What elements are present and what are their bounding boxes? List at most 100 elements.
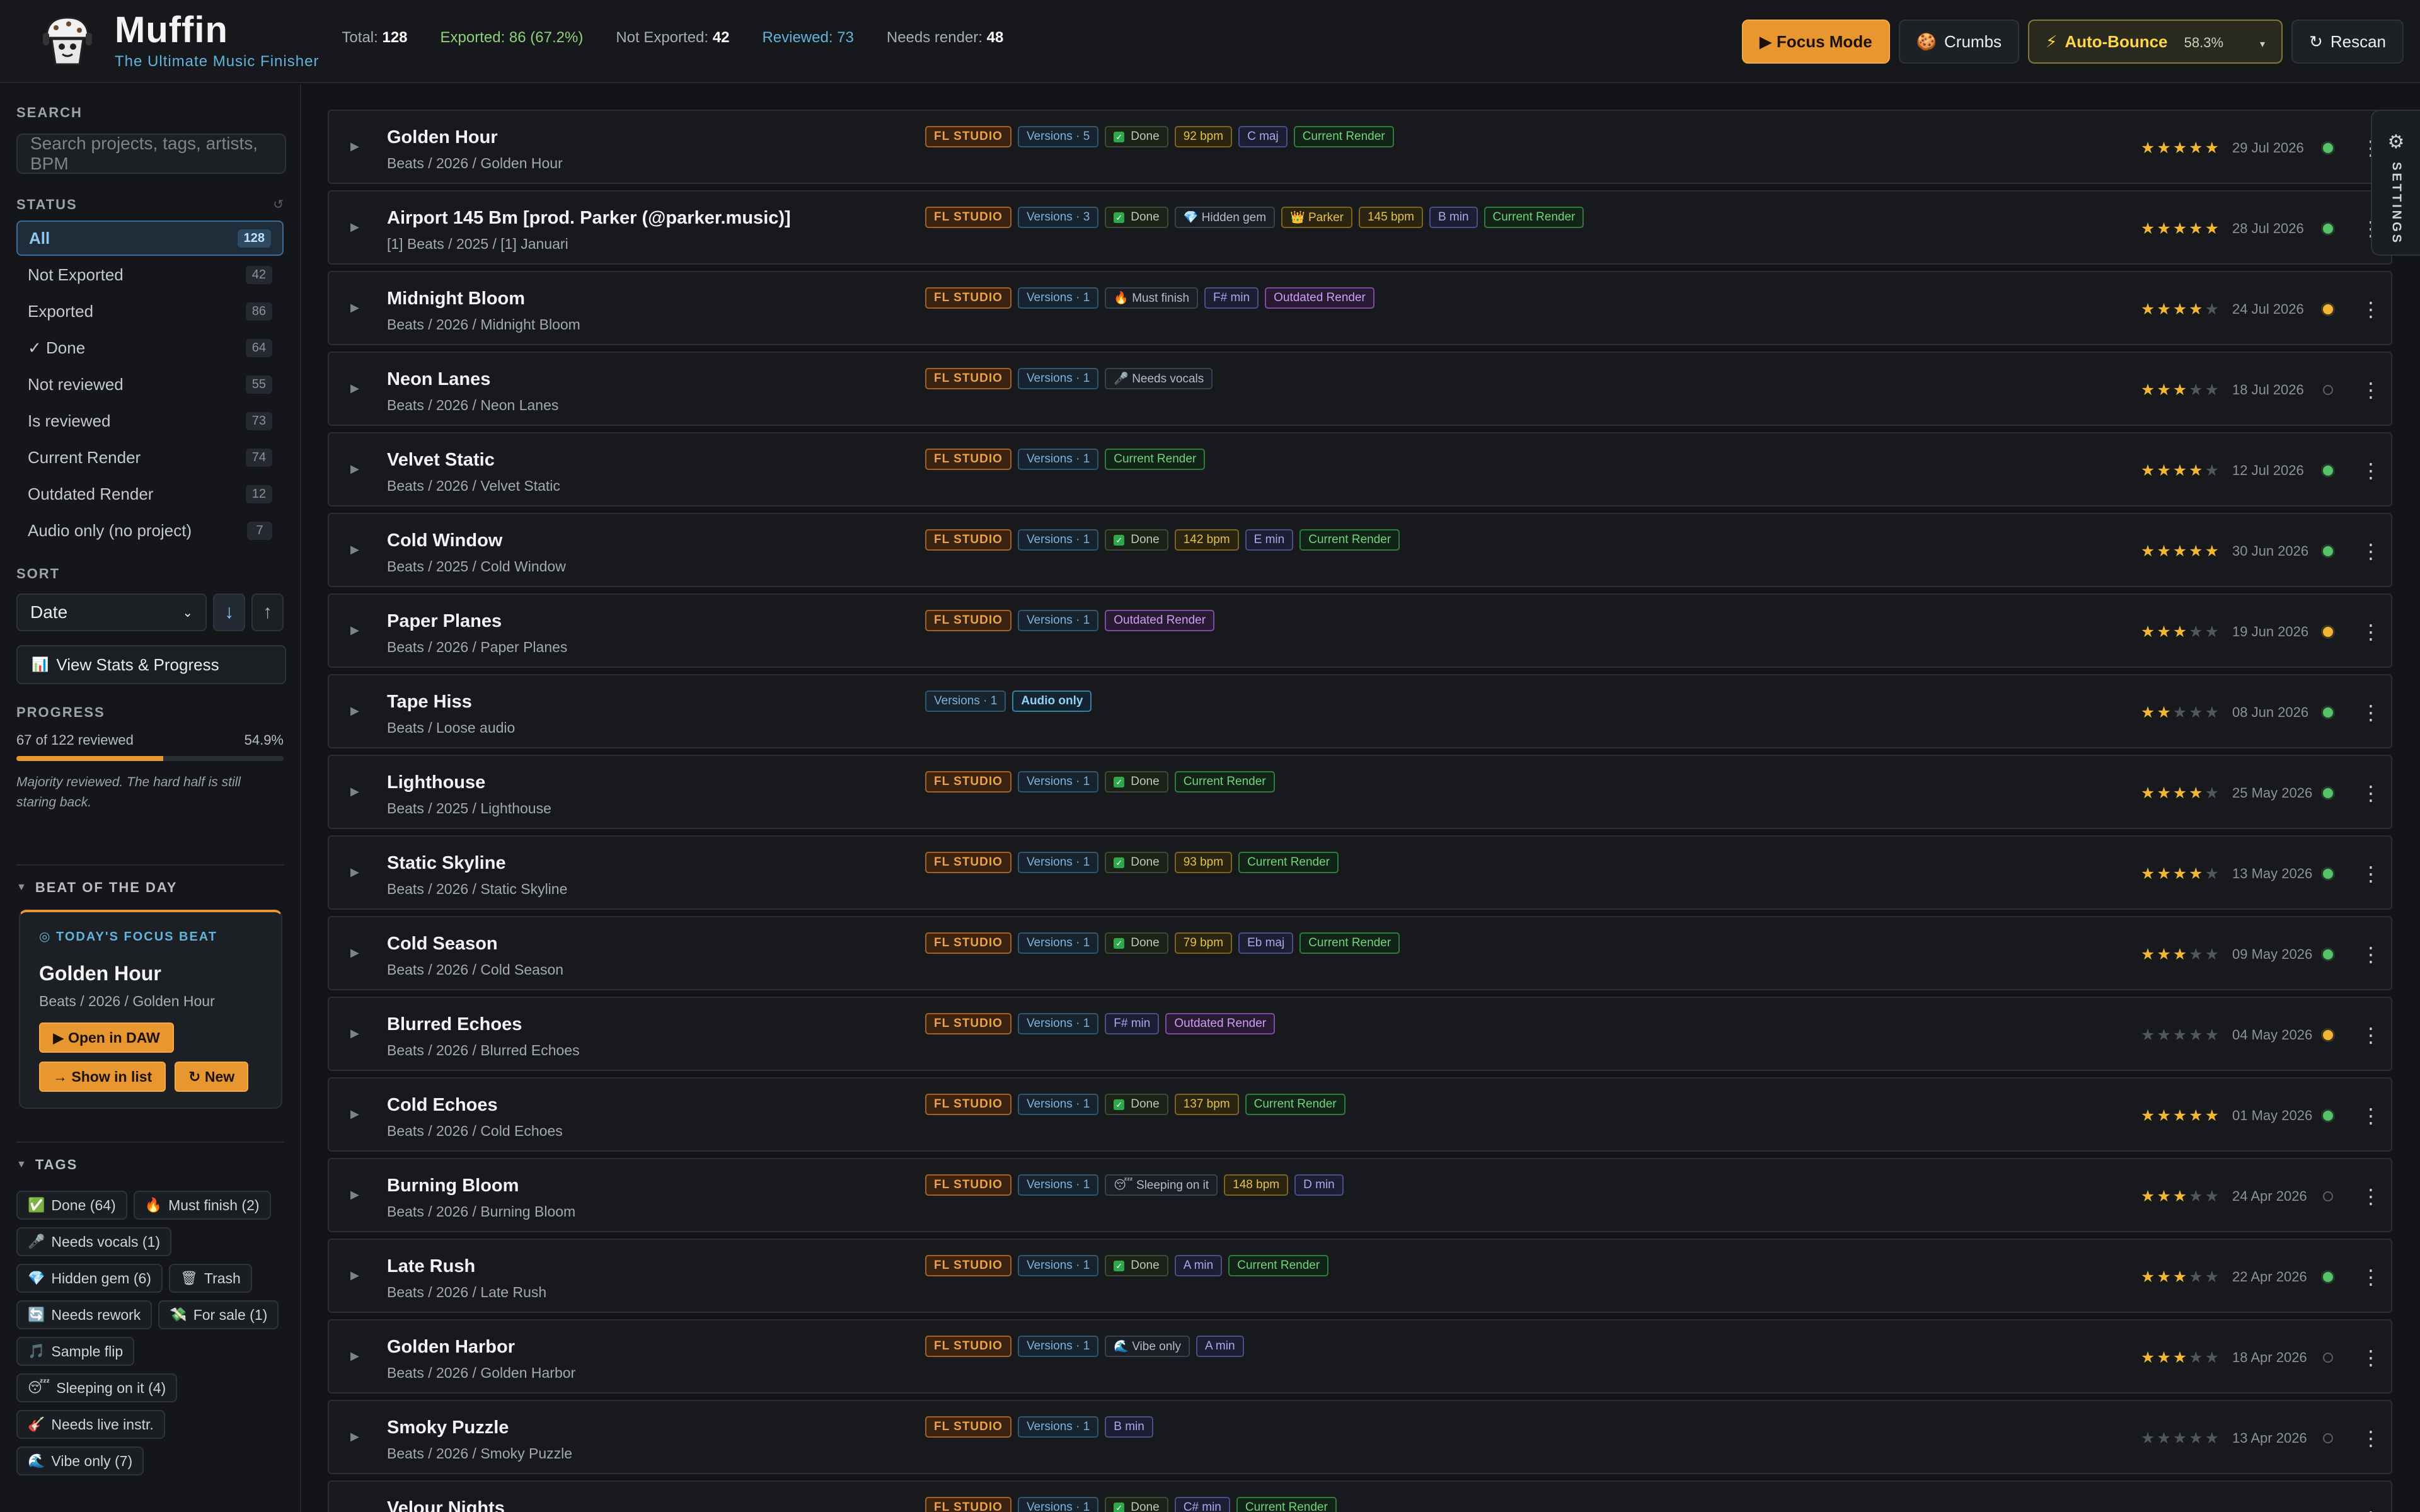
star-rating[interactable]: ★★★★★ xyxy=(2141,139,2221,158)
star-icon[interactable]: ★ xyxy=(2173,946,2189,963)
expand-caret-icon[interactable]: ▶ xyxy=(350,624,359,637)
star-icon[interactable]: ★ xyxy=(2141,1026,2157,1044)
star-rating[interactable]: ★★★★★ xyxy=(2141,1187,2221,1206)
star-icon[interactable]: ★ xyxy=(2141,784,2157,802)
expand-caret-icon[interactable]: ▶ xyxy=(350,1188,359,1201)
star-icon[interactable]: ★ xyxy=(2189,542,2204,560)
star-icon[interactable]: ★ xyxy=(2189,704,2204,721)
tag-chip[interactable]: 😴 Sleeping on it (4) xyxy=(16,1373,178,1402)
show-in-list-button[interactable]: → Show in list xyxy=(39,1062,166,1092)
project-row[interactable]: ▶ Airport 145 Bm [prod. Parker (@parker.m… xyxy=(328,190,2392,265)
sort-descending-button[interactable]: ↓ xyxy=(213,593,246,631)
star-rating[interactable]: ★★★★★ xyxy=(2141,381,2221,399)
star-icon[interactable]: ★ xyxy=(2205,381,2221,399)
tag-chip[interactable]: 🎵 Sample flip xyxy=(16,1337,135,1366)
expand-caret-icon[interactable]: ▶ xyxy=(350,866,359,879)
expand-caret-icon[interactable]: ▶ xyxy=(350,301,359,314)
star-icon[interactable]: ★ xyxy=(2173,381,2189,399)
star-icon[interactable]: ★ xyxy=(2157,220,2172,238)
star-icon[interactable]: ★ xyxy=(2173,1349,2189,1366)
star-icon[interactable]: ★ xyxy=(2173,1026,2189,1044)
star-icon[interactable]: ★ xyxy=(2189,381,2204,399)
star-icon[interactable]: ★ xyxy=(2189,1188,2204,1205)
star-rating[interactable]: ★★★★★ xyxy=(2141,1268,2221,1286)
project-row[interactable]: ▶ Burning Bloom Beats / 2026 / Burning Blo… xyxy=(328,1158,2392,1232)
crumbs-button[interactable]: 🍪 Crumbs xyxy=(1898,20,2020,64)
tag-chip[interactable]: 💎 Hidden gem (6) xyxy=(16,1264,163,1293)
more-menu-icon[interactable]: ⋮ xyxy=(2361,297,2381,321)
more-menu-icon[interactable]: ⋮ xyxy=(2361,942,2381,966)
star-icon[interactable]: ★ xyxy=(2157,623,2172,641)
star-rating[interactable]: ★★★★★ xyxy=(2141,864,2221,883)
star-rating[interactable]: ★★★★★ xyxy=(2141,703,2221,722)
star-icon[interactable]: ★ xyxy=(2205,704,2221,721)
star-icon[interactable]: ★ xyxy=(2141,1429,2157,1447)
sort-ascending-button[interactable]: ↑ xyxy=(251,593,284,631)
project-row[interactable]: ▶ Late Rush Beats / 2026 / Late Rush FL STU… xyxy=(328,1239,2392,1313)
status-filter-item[interactable]: Outdated Render 12 xyxy=(16,476,284,512)
more-menu-icon[interactable]: ⋮ xyxy=(2361,781,2381,805)
tag-chip[interactable]: ✅ Done (64) xyxy=(16,1191,127,1220)
tag-chip[interactable]: 🌊 Vibe only (7) xyxy=(16,1446,144,1475)
project-row[interactable]: ▶ Cold Echoes Beats / 2026 / Cold Echoes FL… xyxy=(328,1077,2392,1152)
sort-select[interactable]: Date ⌄ xyxy=(16,593,207,631)
expand-caret-icon[interactable]: ▶ xyxy=(350,785,359,798)
star-icon[interactable]: ★ xyxy=(2157,784,2172,802)
more-menu-icon[interactable]: ⋮ xyxy=(2361,1507,2381,1512)
expand-caret-icon[interactable]: ▶ xyxy=(350,140,359,153)
expand-caret-icon[interactable]: ▶ xyxy=(350,1027,359,1040)
star-icon[interactable]: ★ xyxy=(2189,1429,2204,1447)
star-icon[interactable]: ★ xyxy=(2189,139,2204,157)
tag-chip[interactable]: 🔥 Must finish (2) xyxy=(133,1191,271,1220)
tag-chip[interactable]: 🗑 Trash xyxy=(168,1264,252,1293)
star-rating[interactable]: ★★★★★ xyxy=(2141,622,2221,641)
star-icon[interactable]: ★ xyxy=(2205,139,2221,157)
status-filter-item[interactable]: Current Render 74 xyxy=(16,440,284,475)
star-icon[interactable]: ★ xyxy=(2173,220,2189,238)
rescan-button[interactable]: ↻ Rescan xyxy=(2291,20,2404,64)
star-icon[interactable]: ★ xyxy=(2173,1429,2189,1447)
project-row[interactable]: ▶Velour NightsFL STUDIOVersions · 1✓Done… xyxy=(328,1480,2392,1512)
star-icon[interactable]: ★ xyxy=(2173,1107,2189,1125)
star-icon[interactable]: ★ xyxy=(2205,946,2221,963)
status-filter-item[interactable]: Audio only (no project) 7 xyxy=(16,513,284,548)
expand-caret-icon[interactable]: ▶ xyxy=(350,1108,359,1121)
star-icon[interactable]: ★ xyxy=(2173,1268,2189,1286)
star-rating[interactable]: ★★★★★ xyxy=(2141,461,2221,480)
reset-icon[interactable]: ↺ xyxy=(273,197,284,213)
star-rating[interactable]: ★★★★★ xyxy=(2141,1509,2221,1512)
more-menu-icon[interactable]: ⋮ xyxy=(2361,701,2381,724)
star-icon[interactable]: ★ xyxy=(2205,623,2221,641)
star-icon[interactable]: ★ xyxy=(2173,865,2189,883)
star-icon[interactable]: ★ xyxy=(2205,1429,2221,1447)
expand-caret-icon[interactable]: ▶ xyxy=(350,1269,359,1282)
star-icon[interactable]: ★ xyxy=(2189,865,2204,883)
star-icon[interactable]: ★ xyxy=(2141,139,2157,157)
star-rating[interactable]: ★★★★★ xyxy=(2141,1106,2221,1125)
project-row[interactable]: ▶ Tape Hiss Beats / Loose audio Versions · … xyxy=(328,674,2392,748)
tags-toggle[interactable]: ▼ TAGS xyxy=(16,1157,284,1173)
star-icon[interactable]: ★ xyxy=(2205,1268,2221,1286)
star-icon[interactable]: ★ xyxy=(2189,784,2204,802)
project-row[interactable]: ▶ Golden Hour Beats / 2026 / Golden Hour FL… xyxy=(328,110,2392,184)
more-menu-icon[interactable]: ⋮ xyxy=(2361,1265,2381,1289)
star-icon[interactable]: ★ xyxy=(2157,1429,2172,1447)
star-icon[interactable]: ★ xyxy=(2141,946,2157,963)
expand-caret-icon[interactable]: ▶ xyxy=(350,1430,359,1443)
star-icon[interactable]: ★ xyxy=(2173,1188,2189,1205)
star-icon[interactable]: ★ xyxy=(2205,1188,2221,1205)
project-row[interactable]: ▶ Cold Season Beats / 2026 / Cold Season FL… xyxy=(328,916,2392,990)
star-icon[interactable]: ★ xyxy=(2141,220,2157,238)
star-icon[interactable]: ★ xyxy=(2141,462,2157,479)
search-input[interactable]: Search projects, tags, artists, BPM xyxy=(16,134,286,174)
view-stats-button[interactable]: 📊 View Stats & Progress xyxy=(16,645,286,684)
star-rating[interactable]: ★★★★★ xyxy=(2141,1348,2221,1367)
star-icon[interactable]: ★ xyxy=(2141,865,2157,883)
star-icon[interactable]: ★ xyxy=(2141,542,2157,560)
star-icon[interactable]: ★ xyxy=(2157,1026,2172,1044)
more-menu-icon[interactable]: ⋮ xyxy=(2361,459,2381,483)
project-row[interactable]: ▶ Smoky Puzzle Beats / 2026 / Smoky Puzzle… xyxy=(328,1400,2392,1474)
project-row[interactable]: ▶ Golden Harbor Beats / 2026 / Golden Harb… xyxy=(328,1319,2392,1394)
more-menu-icon[interactable]: ⋮ xyxy=(2361,1184,2381,1208)
star-icon[interactable]: ★ xyxy=(2157,865,2172,883)
